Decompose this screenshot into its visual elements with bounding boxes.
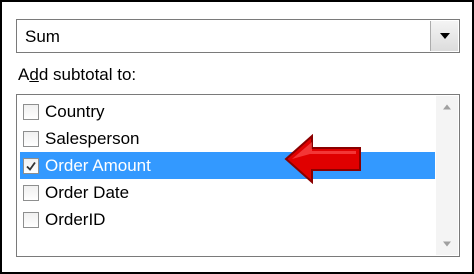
dropdown-button[interactable] [430,21,458,51]
chevron-down-icon [439,33,450,39]
subtotal-dialog-panel: Sum Add subtotal to: Country Salesperson… [0,0,474,274]
summary-function-dropdown[interactable]: Sum [16,19,460,53]
checkmark-icon [26,161,36,171]
list-item-label: Country [45,101,105,121]
list-item-country[interactable]: Country [20,98,435,125]
scroll-down-button[interactable] [436,233,458,255]
scroll-down-icon [443,241,451,247]
list-item-order-amount[interactable]: Order Amount [20,152,435,179]
checkbox-checked[interactable] [23,157,39,174]
scroll-up-button[interactable] [436,96,458,118]
scroll-up-icon [443,104,451,110]
vertical-scrollbar[interactable] [436,96,458,255]
list-item-salesperson[interactable]: Salesperson [20,125,435,152]
list-item-label: Order Date [45,182,130,202]
summary-function-value: Sum [25,27,60,46]
list-item-order-date[interactable]: Order Date [20,179,435,206]
red-arrow-icon [284,134,361,184]
list-item-label: OrderID [45,209,106,229]
list-item-label: Salesperson [45,128,140,148]
add-subtotal-listbox[interactable]: Country Salesperson Order Amount Order D… [16,94,460,257]
add-subtotal-label: Add subtotal to: [18,65,137,84]
checkbox[interactable] [23,130,39,147]
checkbox[interactable] [23,103,39,120]
checkbox[interactable] [23,184,39,201]
checkbox[interactable] [23,211,39,228]
list-item-label: Order Amount [45,155,151,175]
list-item-orderid[interactable]: OrderID [20,206,435,233]
